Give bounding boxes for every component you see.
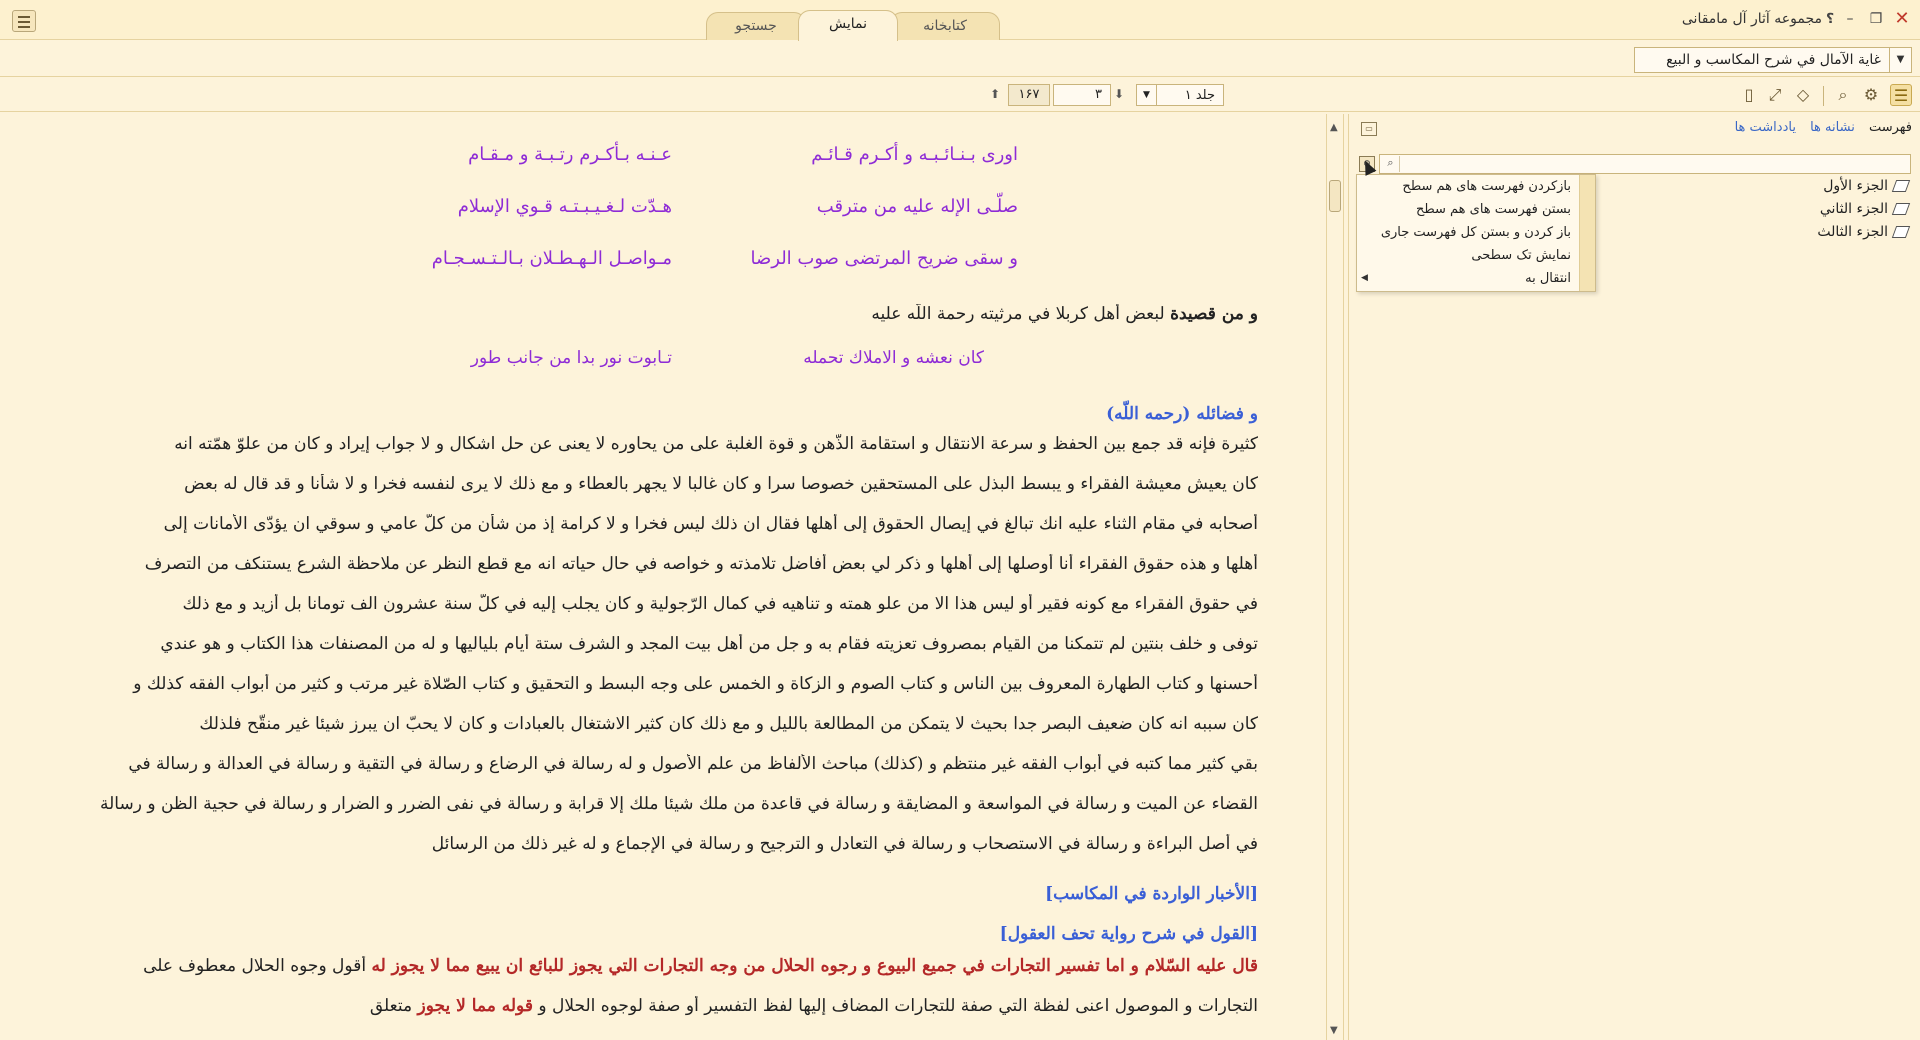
poem-verse: كان نعشه و الاملاك تحمله تـابوت نور بدا … bbox=[14, 348, 1314, 378]
prose-line: كان سببه انه كان ضعيف البصر جدا بحيث لا … bbox=[199, 714, 1258, 734]
restore-button[interactable]: ❐ bbox=[1866, 9, 1886, 29]
toolbar-divider bbox=[1823, 86, 1824, 106]
gear-icon[interactable]: ⚙ bbox=[1860, 84, 1882, 106]
section-heading: و فضائله (رحمه اللّه) bbox=[1106, 404, 1258, 424]
toc-item-label: الجزء الثاني bbox=[1819, 201, 1888, 217]
tab-search[interactable]: جستجو bbox=[706, 12, 806, 40]
verse-hemistich: تـابوت نور بدا من جانب طور bbox=[470, 348, 672, 368]
eraser-icon[interactable]: ◇ bbox=[1792, 84, 1814, 106]
scroll-down-icon[interactable]: ▼ bbox=[1330, 1025, 1338, 1036]
sidebar-tab-bookmarks[interactable]: نشانه ها bbox=[1810, 120, 1855, 135]
book-select[interactable]: ▼ غاية الآمال في شرح المكاسب و البيع bbox=[1634, 47, 1912, 73]
commentary: التجارات و الموصول اعنى لفظة التي صفة لل… bbox=[532, 996, 1258, 1016]
commentary: متعلق bbox=[369, 996, 418, 1016]
prose-line: في حقوق الفقراء مع كونه فقير أو ليس هذا … bbox=[182, 594, 1258, 614]
next-page-arrow-icon[interactable]: ⬇ bbox=[1114, 87, 1124, 101]
volume-select[interactable]: جلد ۱ ▼ bbox=[1136, 84, 1224, 106]
toc-search-input[interactable]: ⌕ bbox=[1379, 154, 1911, 174]
toc-list-icon[interactable]: ☰ bbox=[1890, 84, 1912, 106]
toc-item-label: الجزء الأول bbox=[1823, 178, 1888, 194]
tab-library[interactable]: کتابخانه bbox=[890, 12, 1000, 40]
hamburger-menu-button[interactable] bbox=[12, 10, 36, 32]
prev-page-arrow-icon[interactable]: ⬆ bbox=[990, 87, 1000, 101]
menu-item-toggle-all[interactable]: باز كردن و بستن كل فهرست جاری bbox=[1381, 225, 1571, 240]
page-number-input[interactable]: ۳ bbox=[1053, 84, 1111, 106]
poem-verse: اوری بـنـائـبـه و أكـرم قـائـم عـنـه بـأ… bbox=[14, 144, 1314, 174]
book-icon bbox=[1891, 203, 1911, 215]
verse-hemistich: كان نعشه و الاملاك تحمله bbox=[803, 348, 984, 368]
chevron-down-icon[interactable]: ▼ bbox=[1137, 85, 1157, 105]
prose-line: بقي كثير مما كتبه في أبواب الفقه غير منت… bbox=[128, 754, 1258, 774]
help-button[interactable]: ؟ bbox=[1820, 9, 1840, 29]
prose-line: القضاء عن الميت و رسالة في المواسعة و ال… bbox=[100, 794, 1258, 814]
menu-item-collapse-siblings[interactable]: بستن فهرست های هم سطح bbox=[1416, 202, 1571, 217]
book-bar: ▼ غاية الآمال في شرح المكاسب و البيع bbox=[0, 41, 1920, 77]
section-heading: [الأخبار الواردة في المكاسب] bbox=[1045, 884, 1258, 904]
bookmark-icon[interactable]: ▯ bbox=[1738, 84, 1760, 106]
scroll-up-icon[interactable]: ▲ bbox=[1330, 122, 1338, 133]
prose-line: أحسنها و كتاب الطهارة المعروف بين الناس … bbox=[133, 674, 1258, 694]
qasida-prefix: و من قصيدة bbox=[1170, 304, 1258, 324]
menu-item-move-to[interactable]: انتقال به bbox=[1525, 271, 1571, 286]
verse-hemistich: عـنـه بـأكـرم رتـبـة و مـقـام bbox=[468, 144, 672, 165]
sidebar-tab-toc[interactable]: فهرست bbox=[1869, 120, 1912, 135]
toc-item[interactable]: الجزء الثاني bbox=[1819, 201, 1911, 217]
toc-item[interactable]: الجزء الأول bbox=[1823, 178, 1911, 194]
app-title: مجموعه آثار آل مامقانی bbox=[1681, 11, 1822, 27]
verse-hemistich: و سقى ضريح المرتضى صوب الرضا bbox=[750, 248, 1019, 269]
quoted-phrase: قوله مما لا يجوز bbox=[417, 996, 533, 1016]
prose-line: في أصل البراءة و رسالة في الاستصحاب و رس… bbox=[431, 834, 1258, 854]
volume-value: جلد ۱ bbox=[1184, 88, 1215, 103]
sidebar-tab-notes[interactable]: يادداشت ها bbox=[1735, 120, 1796, 135]
page-total: ۱۶۷ bbox=[1008, 84, 1050, 106]
verse-hemistich: مـواصـل الـهـطـلان بـالـتـسـجـام bbox=[431, 248, 672, 269]
prose-line: كان يعيش معيشة الفقراء و يبسط البذل على … bbox=[184, 474, 1258, 494]
toc-item-label: الجزء الثالث bbox=[1817, 224, 1888, 240]
verse-hemistich: هـدّت لـغـيـبـتـه قـوي الإسلام bbox=[457, 196, 672, 217]
poem-verse: صلّـى الإله عليه من مترقب هـدّت لـغـيـبـ… bbox=[14, 196, 1314, 226]
scroll-thumb[interactable] bbox=[1329, 180, 1341, 212]
quoted-hadith: قال عليه السّلام و اما تفسير التجارات في… bbox=[371, 956, 1258, 976]
book-icon bbox=[1891, 180, 1911, 192]
verse-hemistich: اوری بـنـائـبـه و أكـرم قـائـم bbox=[811, 144, 1018, 165]
panel-layout-icon[interactable]: ▭ bbox=[1361, 122, 1377, 136]
commentary: أقول وجوه الحلال معطوف على bbox=[143, 956, 372, 976]
sidebar-tabs: فهرست نشانه ها يادداشت ها bbox=[1725, 120, 1912, 135]
close-button[interactable]: ✕ bbox=[1892, 9, 1912, 29]
prose-line: أهلها و هذه حقوق الفقراء أنا أوصلها إلى … bbox=[144, 554, 1258, 574]
prose-line: قال عليه السّلام و اما تفسير التجارات في… bbox=[48, 956, 1258, 996]
search-icon[interactable]: ⌕ bbox=[1832, 84, 1854, 106]
prose-line: كثيرة فإنه قد جمع بين الحفظ و سرعة الانت… bbox=[174, 434, 1258, 454]
qasida-rest: لبعض أهل كربلا في مرثيته رحمة اللّه عليه bbox=[871, 304, 1171, 324]
title-bar: جستجو کتابخانه نمایش مجموعه آثار آل مامق… bbox=[0, 0, 1920, 41]
menu-item-expand-siblings[interactable]: بازكردن فهرست های هم سطح bbox=[1402, 179, 1571, 194]
toolbar: ☰ ⚙ ⌕ ◇ ⤢ ▯ جلد ۱ ▼ ⬇ ۳ ۱۶۷ ⬆ bbox=[0, 78, 1920, 112]
toc-item[interactable]: الجزء الثالث bbox=[1817, 224, 1911, 240]
menu-item-single-level[interactable]: نمایش تک سطحی bbox=[1471, 248, 1571, 263]
toc-context-menu: بازكردن فهرست های هم سطح بستن فهرست های … bbox=[1356, 174, 1596, 292]
tab-display[interactable]: نمایش bbox=[798, 10, 898, 41]
search-icon[interactable]: ⌕ bbox=[1382, 156, 1400, 172]
menu-icon-strip bbox=[1579, 175, 1595, 291]
submenu-arrow-icon: ◀ bbox=[1361, 273, 1368, 283]
book-icon bbox=[1891, 226, 1911, 238]
book-text-pane: اوری بـنـائـبـه و أكـرم قـائـم عـنـه بـأ… bbox=[14, 114, 1314, 1040]
qasida-intro: و من قصيدة لبعض أهل كربلا في مرثيته رحمة… bbox=[48, 304, 1258, 344]
prose-line: أصحابه في مقام الثناء عليه انك تبالغ في … bbox=[163, 514, 1258, 534]
book-title: غاية الآمال في شرح المكاسب و البيع bbox=[1666, 52, 1881, 68]
expand-icon[interactable]: ⤢ bbox=[1764, 84, 1786, 106]
minimize-button[interactable]: – bbox=[1840, 9, 1860, 29]
verse-hemistich: صلّـى الإله عليه من مترقب bbox=[816, 196, 1018, 217]
prose-line: التجارات و الموصول اعنى لفظة التي صفة لل… bbox=[48, 996, 1258, 1036]
prose-line: توفى و خلف بنتين لم تتمكنا من القيام بمص… bbox=[160, 634, 1258, 654]
chevron-down-icon[interactable]: ▼ bbox=[1889, 48, 1911, 72]
reader-scrollbar[interactable]: ▲ ▼ bbox=[1326, 114, 1344, 1040]
section-heading: [القول في شرح رواية تحف العقول] bbox=[999, 924, 1258, 944]
poem-verse: و سقى ضريح المرتضى صوب الرضا مـواصـل الـ… bbox=[14, 248, 1314, 278]
